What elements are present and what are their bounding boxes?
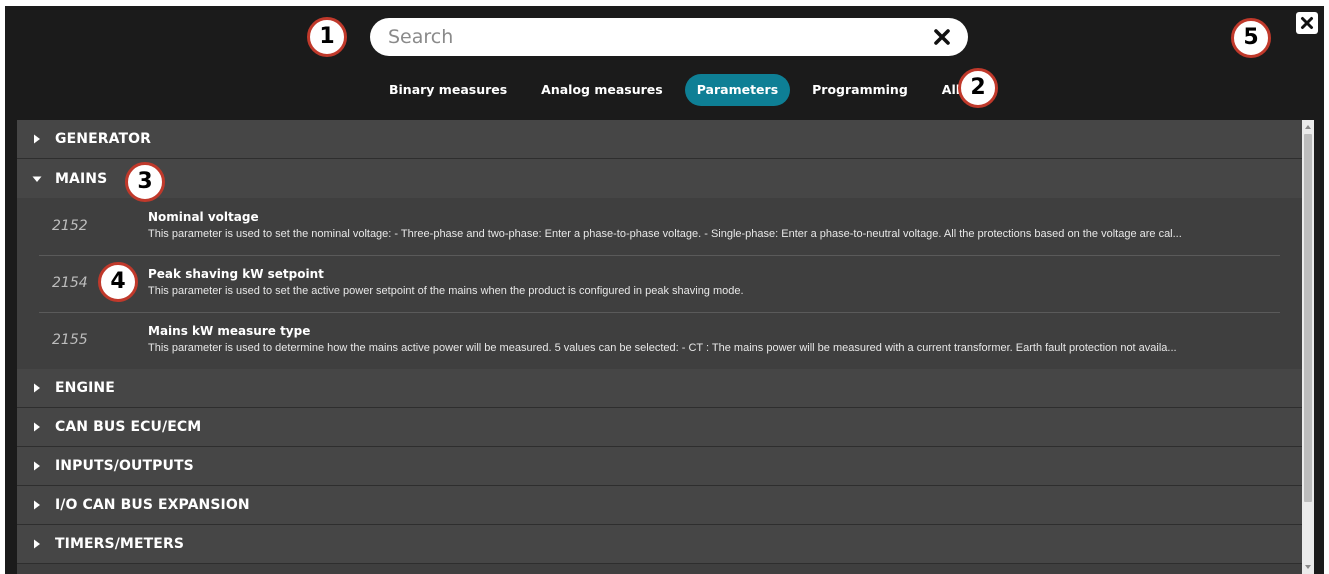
section-can-bus-ecu-ecm[interactable]: CAN BUS ECU/ECM [17, 408, 1302, 447]
caret-right-icon [34, 383, 40, 393]
callout-badge-5: 5 [1231, 18, 1271, 58]
section-title: TIMERS/METERS [55, 536, 185, 552]
caret-right-icon [34, 422, 40, 432]
section-title: CAN BUS ECU/ECM [55, 419, 202, 435]
caret-right-icon [34, 461, 40, 471]
parameter-id: 2154 [52, 275, 88, 291]
mains-parameter-list: 2152 Nominal voltage This parameter is u… [17, 198, 1302, 369]
section-engine[interactable]: ENGINE [17, 369, 1302, 408]
parameter-description: This parameter is used to set the nomina… [148, 228, 1182, 240]
scroll-thumb[interactable] [1304, 134, 1312, 502]
parameter-description: This parameter is used to set the active… [148, 285, 744, 297]
close-icon [934, 29, 950, 45]
callout-badge-4: 4 [98, 262, 138, 302]
parameter-name: Mains kW measure type [148, 324, 311, 338]
parameter-id: 2155 [52, 332, 88, 348]
section-inputs-outputs[interactable]: INPUTS/OUTPUTS [17, 447, 1302, 486]
callout-badge-3: 3 [125, 162, 165, 202]
category-list: GENERATOR MAINS 2152 Nominal voltage Thi… [17, 120, 1302, 574]
parameter-name: Peak shaving kW setpoint [148, 267, 324, 281]
section-timers-meters[interactable]: TIMERS/METERS [17, 525, 1302, 564]
section-title: I/O CAN BUS EXPANSION [55, 497, 250, 513]
section-generator[interactable]: GENERATOR [17, 120, 1302, 159]
close-window-button[interactable] [1296, 12, 1318, 34]
section-title: MAINS [55, 170, 108, 187]
callout-badge-1: 1 [307, 17, 347, 57]
parameter-row[interactable]: 2152 Nominal voltage This parameter is u… [17, 198, 1302, 255]
tab-programming[interactable]: Programming [800, 74, 920, 106]
list-scrollbar[interactable] [1302, 120, 1314, 574]
search-box [370, 18, 968, 56]
section-title: GENERATOR [55, 131, 151, 147]
tab-analog-measures[interactable]: Analog measures [529, 74, 675, 106]
scroll-up-icon[interactable] [1304, 123, 1312, 131]
parameter-description: This parameter is used to determine how … [148, 342, 1177, 354]
section-mains[interactable]: MAINS [17, 159, 1302, 198]
callout-badge-2: 2 [958, 68, 998, 108]
caret-right-icon [34, 539, 40, 549]
section-io-can-bus-expansion[interactable]: I/O CAN BUS EXPANSION [17, 486, 1302, 525]
parameter-id: 2152 [52, 218, 88, 234]
tab-binary-measures[interactable]: Binary measures [377, 74, 519, 106]
close-icon [1301, 17, 1313, 29]
search-input[interactable] [388, 18, 908, 56]
tab-parameters[interactable]: Parameters [684, 74, 791, 106]
parameter-row[interactable]: 2154 Peak shaving kW setpoint This param… [17, 255, 1302, 312]
caret-right-icon [34, 500, 40, 510]
caret-right-icon [34, 134, 40, 144]
search-panel: Binary measures Analog measures Paramete… [5, 6, 1324, 574]
filter-tabs: Binary measures Analog measures Paramete… [377, 72, 982, 108]
section-title: ENGINE [55, 380, 115, 396]
clear-search-button[interactable] [930, 25, 954, 49]
parameter-row[interactable]: 2155 Mains kW measure type This paramete… [17, 312, 1302, 369]
caret-down-icon [32, 176, 42, 182]
scroll-down-icon[interactable] [1304, 563, 1312, 571]
parameter-name: Nominal voltage [148, 210, 259, 224]
section-title: INPUTS/OUTPUTS [55, 458, 194, 474]
